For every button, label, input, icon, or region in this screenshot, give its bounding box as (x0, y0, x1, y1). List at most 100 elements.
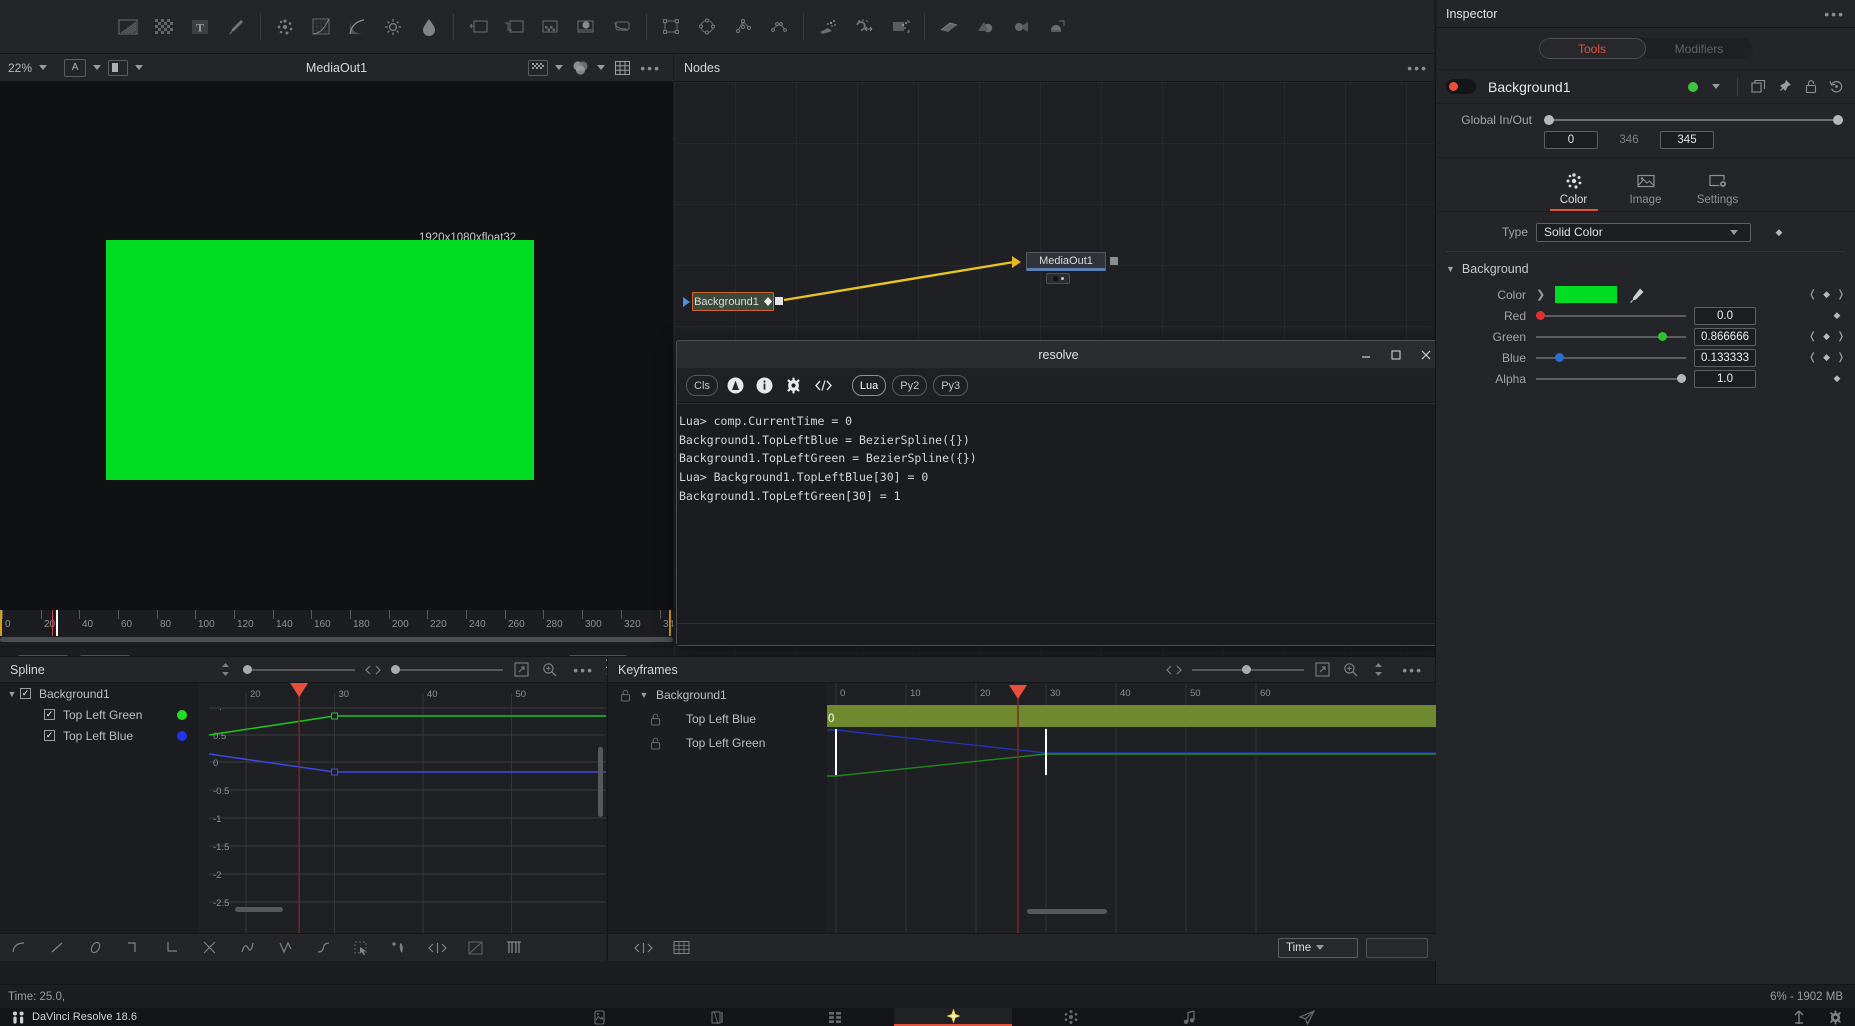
chevron-down-icon[interactable] (1316, 945, 1325, 950)
global-in-out-slider[interactable] (1544, 114, 1843, 126)
mediaout-node-output-port[interactable] (1110, 257, 1118, 265)
chevron-down-icon[interactable] (39, 65, 48, 70)
spline-tree-row[interactable]: ✓ Top Left Blue (0, 725, 199, 746)
deliver-page-icon[interactable] (1248, 1008, 1366, 1026)
viewer-zoom-level[interactable]: 22% (8, 61, 32, 75)
keyframes-tree-row[interactable]: Top Left Green (608, 731, 827, 755)
next-keyframe-icon[interactable]: ❭ (1837, 352, 1845, 363)
warning-icon[interactable] (724, 375, 747, 396)
script-code-icon[interactable] (811, 375, 836, 396)
project-manager-icon[interactable] (1792, 1010, 1806, 1025)
viewer-image-mode-button[interactable] (108, 59, 129, 76)
fit-icon[interactable] (511, 661, 531, 679)
ruler-out-marker[interactable] (669, 610, 671, 636)
lock-icon[interactable] (1802, 78, 1819, 95)
brightness-contrast-icon[interactable] (375, 10, 411, 44)
lock-icon[interactable] (614, 689, 636, 702)
flip-icon[interactable] (624, 935, 662, 961)
keyframe-diamond-icon[interactable]: ◆ (1819, 352, 1835, 363)
keyframe-diamond-icon[interactable]: ◆ (1829, 310, 1845, 321)
nodes-more-options-icon[interactable]: ••• (1401, 60, 1434, 76)
ease-inout-icon[interactable] (304, 935, 342, 961)
channel-value-field[interactable]: 0.866666 (1694, 327, 1756, 346)
maximize-icon[interactable] (1388, 347, 1404, 363)
console-title-bar[interactable]: resolve (677, 341, 1440, 369)
channel-value-field[interactable]: 0.0 (1694, 306, 1756, 325)
console-input-field[interactable] (677, 623, 1440, 645)
merge-icon[interactable] (532, 10, 568, 44)
node-enable-toggle[interactable] (1446, 79, 1476, 94)
sort-icon[interactable] (215, 661, 235, 679)
background-section-header[interactable]: ▼ Background (1436, 258, 1855, 280)
channel-slider[interactable] (1536, 352, 1686, 364)
background-node-output-port[interactable] (775, 297, 783, 305)
color-curves-icon[interactable] (303, 10, 339, 44)
channel-slider[interactable] (1536, 310, 1686, 322)
smooth-icon[interactable] (0, 935, 38, 961)
blend-icon[interactable] (568, 10, 604, 44)
spline-tree-row[interactable]: ▼ ✓ Background1 (0, 683, 199, 704)
add-point-icon[interactable] (380, 935, 418, 961)
ping-pong-icon[interactable] (266, 935, 304, 961)
spline-visibility-checkbox[interactable]: ✓ (44, 730, 55, 741)
copy-icon[interactable] (1750, 78, 1767, 95)
chevron-down-icon[interactable] (93, 65, 102, 70)
particle-emitter-icon[interactable] (810, 10, 846, 44)
viewer-more-options-icon[interactable]: ••• (634, 60, 667, 76)
mediaout-node-status-dots[interactable] (1046, 273, 1070, 284)
spline-visibility-checkbox[interactable]: ✓ (44, 709, 55, 720)
ruler-playhead-marker[interactable] (52, 610, 53, 636)
language-lua-button[interactable]: Lua (851, 375, 887, 396)
ellipse-mask-icon[interactable] (689, 10, 725, 44)
channel-slider[interactable] (1536, 373, 1686, 385)
merge-3d-icon[interactable] (967, 10, 1003, 44)
channel-value-field[interactable]: 1.0 (1694, 369, 1756, 388)
color-swatch[interactable] (1555, 286, 1618, 303)
global-in-field[interactable]: 0 (1544, 130, 1598, 149)
cut-page-icon[interactable] (658, 1008, 776, 1026)
channel-slider[interactable] (1536, 331, 1686, 343)
chevron-down-icon[interactable] (135, 65, 144, 70)
keyframes-value-field[interactable] (1366, 937, 1428, 958)
flip-horizontal-icon[interactable] (418, 935, 456, 961)
global-out-field[interactable]: 345 (1660, 130, 1714, 149)
chevron-down-icon[interactable] (555, 65, 564, 70)
color-corrector-icon[interactable] (411, 10, 447, 44)
channel-value-field[interactable]: 0.133333 (1694, 348, 1756, 367)
keyframe-diamond-icon[interactable]: ◆ (1819, 331, 1835, 342)
sort-icon[interactable] (1368, 661, 1388, 679)
prev-keyframe-icon[interactable]: ❬ (1808, 331, 1816, 342)
viewer-channel-button[interactable]: A (64, 58, 87, 77)
prev-keyframe-icon[interactable]: ❬ (1808, 352, 1816, 363)
close-icon[interactable] (1418, 347, 1434, 363)
chevron-down-icon[interactable]: ▼ (4, 689, 20, 699)
lock-icon[interactable] (644, 713, 666, 726)
bspline-mask-icon[interactable] (761, 10, 797, 44)
clear-button[interactable]: Cls (686, 375, 718, 396)
polygon-mask-icon[interactable] (725, 10, 761, 44)
step-out-icon[interactable] (152, 935, 190, 961)
reverse-icon[interactable] (190, 935, 228, 961)
camera-3d-icon[interactable] (1003, 10, 1039, 44)
edit-page-icon[interactable] (776, 1008, 894, 1026)
shape-3d-icon[interactable] (931, 10, 967, 44)
next-keyframe-icon[interactable]: ❭ (1837, 289, 1845, 300)
tab-settings[interactable]: Settings (1682, 171, 1754, 211)
eyedropper-icon[interactable] (1629, 287, 1647, 303)
rectangle-mask-icon[interactable] (653, 10, 689, 44)
node-background1[interactable]: Background1 (692, 292, 774, 311)
tab-color[interactable]: Color (1538, 171, 1610, 211)
chevron-down-icon[interactable] (1712, 84, 1720, 89)
particle-render-icon[interactable] (882, 10, 918, 44)
prev-keyframe-icon[interactable]: ❬ (1808, 289, 1816, 300)
fit-box-icon[interactable] (456, 935, 494, 961)
curve-editor-icon[interactable] (339, 10, 375, 44)
channel-slider-handle[interactable] (1658, 331, 1668, 341)
chevron-down-icon[interactable]: ▼ (1446, 264, 1455, 274)
zoom-icon[interactable] (539, 661, 559, 679)
color-keyframe-diamond-icon[interactable]: ◆ (1819, 289, 1835, 300)
chevron-down-icon[interactable] (1730, 229, 1738, 235)
time-dropdown[interactable]: Time (1278, 937, 1358, 958)
spline-vertical-scrollbar[interactable] (597, 747, 605, 817)
ease-icon[interactable] (76, 935, 114, 961)
